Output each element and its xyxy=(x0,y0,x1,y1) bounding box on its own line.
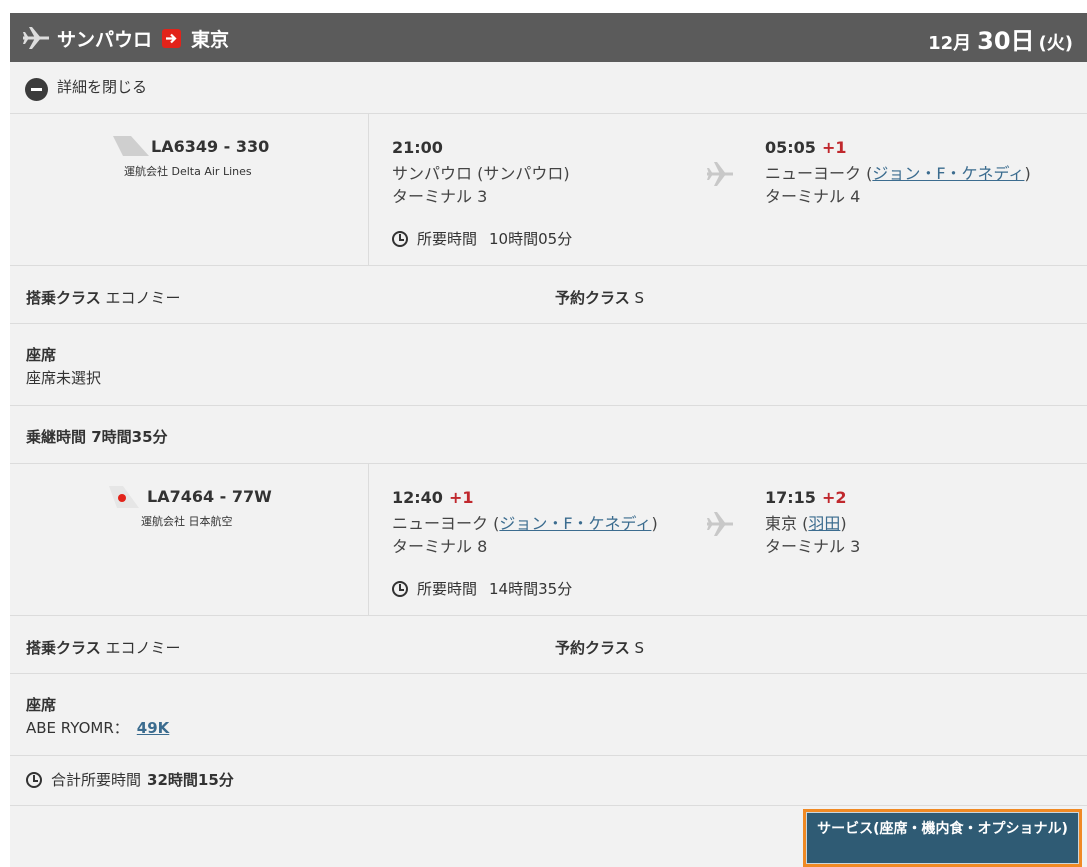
cabin-class: 搭乗クラス エコノミー xyxy=(26,289,181,307)
origin-city: サンパウロ xyxy=(57,29,153,51)
route-header: サンパウロ 東京 12月 30日 (火) xyxy=(10,13,1087,62)
destination-city: 東京 xyxy=(191,29,230,51)
seat-value: 座席未選択 xyxy=(26,369,102,387)
departure-terminal: ターミナル 8 xyxy=(392,537,488,556)
departure-time: 21:00 xyxy=(392,138,443,157)
transfer-row: 乗継時間 7時間35分 xyxy=(10,406,1087,464)
day-offset: +1 xyxy=(821,138,847,157)
seat-passenger: ABE RYOMR： xyxy=(26,719,129,737)
operator: 運航会社 Delta Air Lines xyxy=(124,165,252,178)
departure-city: ニューヨーク (ジョン・F・ケネディ) xyxy=(392,514,658,533)
close-details-label[interactable]: 詳細を閉じる xyxy=(57,76,147,97)
minus-circle-icon[interactable] xyxy=(25,78,48,101)
airport-link-jfk[interactable]: ジョン・F・ケネディ xyxy=(499,514,651,533)
arrival-city: ニューヨーク (ジョン・F・ケネディ) xyxy=(765,164,1031,183)
airline-tail-delta-icon xyxy=(113,136,149,156)
flight-date: 12月 30日 (火) xyxy=(928,21,1073,56)
date-weekday: (火) xyxy=(1038,33,1073,54)
seat-number-link[interactable]: 49K xyxy=(137,719,170,737)
airplane-icon xyxy=(707,162,733,186)
day-offset: +1 xyxy=(448,488,474,507)
departure-time: 12:40 +1 xyxy=(392,488,474,507)
close-details-toggle[interactable]: 詳細を閉じる xyxy=(10,62,1087,114)
booking-class: 予約クラス S xyxy=(555,639,645,657)
cabin-class-row: 搭乗クラス エコノミー 予約クラス S xyxy=(10,266,1087,324)
arrival-terminal: ターミナル 3 xyxy=(765,537,861,556)
arrival-terminal: ターミナル 4 xyxy=(765,187,861,206)
clock-icon xyxy=(26,771,42,788)
clock-icon xyxy=(392,580,408,597)
date-month: 12月 xyxy=(928,33,972,54)
departure-terminal: ターミナル 3 xyxy=(392,187,488,206)
booking-class: 予約クラス S xyxy=(555,289,645,307)
flight-segment-2: LA7464 - 77W 運航会社 日本航空 12:40 +1 ニューヨーク (ジ… xyxy=(10,464,1087,616)
total-duration-row: 合計所要時間 32時間15分 xyxy=(10,756,1087,806)
airline-tail-jal-icon xyxy=(109,486,139,508)
seat-row: 座席 座席未選択 xyxy=(10,324,1087,406)
seat-row: 座席 ABE RYOMR： 49K xyxy=(10,674,1087,756)
seat-label: 座席 xyxy=(26,346,57,364)
flight-duration: 所要時間 14時間35分 xyxy=(392,578,572,599)
arrow-right-icon xyxy=(162,29,182,48)
flight-duration: 所要時間 10時間05分 xyxy=(392,228,572,249)
flight-info: LA7464 - 77W 運航会社 日本航空 xyxy=(10,464,369,615)
airplane-icon xyxy=(23,27,49,49)
seat-label: 座席 xyxy=(26,696,57,714)
flight-number: LA7464 - 77W xyxy=(147,487,272,506)
arrival-time: 17:15 +2 xyxy=(765,488,847,507)
airport-link-haneda[interactable]: 羽田 xyxy=(808,514,840,533)
date-day: 30日 xyxy=(977,27,1035,55)
operator: 運航会社 日本航空 xyxy=(141,515,233,528)
departure-city: サンパウロ (サンパウロ) xyxy=(392,164,570,183)
arrival-city: 東京 (羽田) xyxy=(765,514,847,533)
total-duration: 合計所要時間 32時間15分 xyxy=(26,769,234,790)
flight-info: LA6349 - 330 運航会社 Delta Air Lines xyxy=(10,114,369,265)
clock-icon xyxy=(392,230,408,247)
service-options-button[interactable]: サービス(座席・機内食・オプショナル) xyxy=(806,812,1079,864)
airport-link-jfk[interactable]: ジョン・F・ケネディ xyxy=(872,164,1024,183)
route-title: サンパウロ 東京 xyxy=(57,25,229,52)
transfer-time: 乗継時間 7時間35分 xyxy=(26,428,168,446)
flight-segment-1: LA6349 - 330 運航会社 Delta Air Lines 21:00 … xyxy=(10,114,1087,266)
airplane-icon xyxy=(707,512,733,536)
cabin-class-row: 搭乗クラス エコノミー 予約クラス S xyxy=(10,616,1087,674)
day-offset: +2 xyxy=(821,488,847,507)
seat-value: ABE RYOMR： 49K xyxy=(26,717,169,738)
arrival-time: 05:05 +1 xyxy=(765,138,847,157)
cabin-class: 搭乗クラス エコノミー xyxy=(26,639,181,657)
service-options-button-frame[interactable]: サービス(座席・機内食・オプショナル) xyxy=(803,809,1082,867)
itinerary-panel: サンパウロ 東京 12月 30日 (火) 詳細を閉じる LA6349 - 330… xyxy=(10,13,1087,867)
flight-number: LA6349 - 330 xyxy=(151,137,270,156)
